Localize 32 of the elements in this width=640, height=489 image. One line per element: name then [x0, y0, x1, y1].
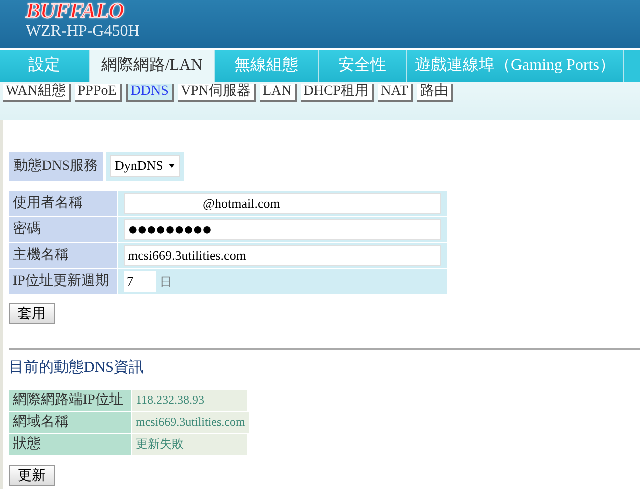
section-title: 目前的動態DNS資訊 — [9, 358, 144, 378]
field-label: 使用者名稱 — [9, 191, 117, 216]
sub-tab[interactable]: DDNS — [126, 84, 174, 102]
field-label: 密碼 — [9, 217, 117, 242]
input-field[interactable]: 7 — [124, 271, 156, 292]
info-label: 網域名稱 — [9, 412, 131, 432]
info-value: 118.232.38.93 — [132, 390, 247, 410]
nav-tab[interactable]: 網際網路/LAN — [90, 50, 215, 82]
sub-tab[interactable]: LAN — [260, 84, 297, 102]
brand-logo: BUFFALO — [26, 0, 124, 22]
info-label: 網際網路端IP位址 — [9, 390, 131, 410]
sub-tab[interactable]: WAN組態 — [3, 84, 71, 102]
sub-tab[interactable]: PPPoE — [74, 84, 122, 102]
info-value: 更新失敗 — [132, 434, 247, 454]
field-label: 主機名稱 — [9, 243, 117, 268]
field-label: IP位址更新週期 — [9, 269, 117, 294]
caret-icon — [169, 164, 176, 168]
input-field[interactable]: mcsi669.3utilities.com — [124, 245, 441, 266]
input-field[interactable]: ●●●●●●●●● — [124, 219, 441, 240]
apply-button[interactable]: 套用 — [9, 303, 55, 324]
info-value: mcsi669.3utilities.com — [132, 412, 250, 432]
refresh-button[interactable]: 更新 — [9, 464, 55, 486]
field-label: 動態DNS服務 — [9, 152, 104, 181]
info-label: 狀態 — [9, 434, 131, 454]
service-dropdown[interactable]: DynDNS — [110, 155, 180, 177]
sub-tab[interactable]: DHCP租用 — [300, 84, 374, 102]
sub-tab[interactable]: VPN伺服器 — [178, 84, 256, 102]
unit-label: 日 — [160, 274, 172, 290]
sub-tab[interactable]: 路由 — [417, 84, 454, 102]
sub-tab[interactable]: NAT — [378, 84, 414, 102]
input-field[interactable]: @hotmail.com — [124, 193, 441, 214]
model-name: WZR-HP-G450H — [26, 22, 140, 42]
